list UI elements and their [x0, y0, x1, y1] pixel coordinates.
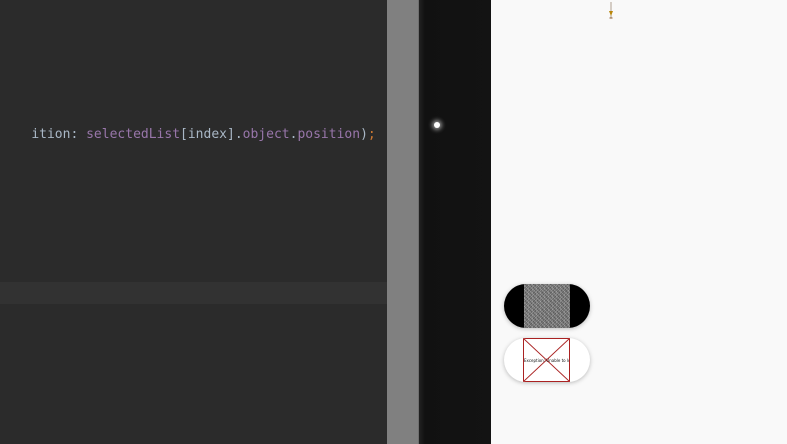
- code-token: index: [187, 127, 227, 142]
- current-line-highlight: [0, 282, 387, 304]
- code-line[interactable]: ition: selectedList[index].object.positi…: [0, 108, 375, 142]
- code-token: ): [360, 127, 368, 142]
- pin-marker-icon: [609, 2, 613, 19]
- noise-texture-thumbnail[interactable]: [504, 284, 590, 328]
- code-token: ].: [227, 127, 243, 142]
- code-token: [: [180, 127, 188, 142]
- broken-image-icon: Exception: Unable to load: [523, 338, 570, 382]
- missing-image-message: Exception: Unable to load: [524, 358, 569, 363]
- code-token: ;: [367, 127, 376, 142]
- code-token: ition: [31, 127, 71, 142]
- code-token: object: [242, 127, 290, 142]
- code-editor[interactable]: ition: selectedList[index].object.positi…: [0, 0, 387, 444]
- light-point: [434, 122, 440, 128]
- code-token: :: [70, 127, 87, 142]
- preview-viewport[interactable]: [419, 0, 491, 444]
- code-token: selectedList: [86, 127, 181, 142]
- code-token: position: [297, 127, 361, 142]
- noise-texture-preview: [524, 284, 570, 328]
- editor-scrollbar-thumb[interactable]: [387, 0, 418, 444]
- missing-texture-thumbnail[interactable]: Exception: Unable to load: [504, 338, 590, 382]
